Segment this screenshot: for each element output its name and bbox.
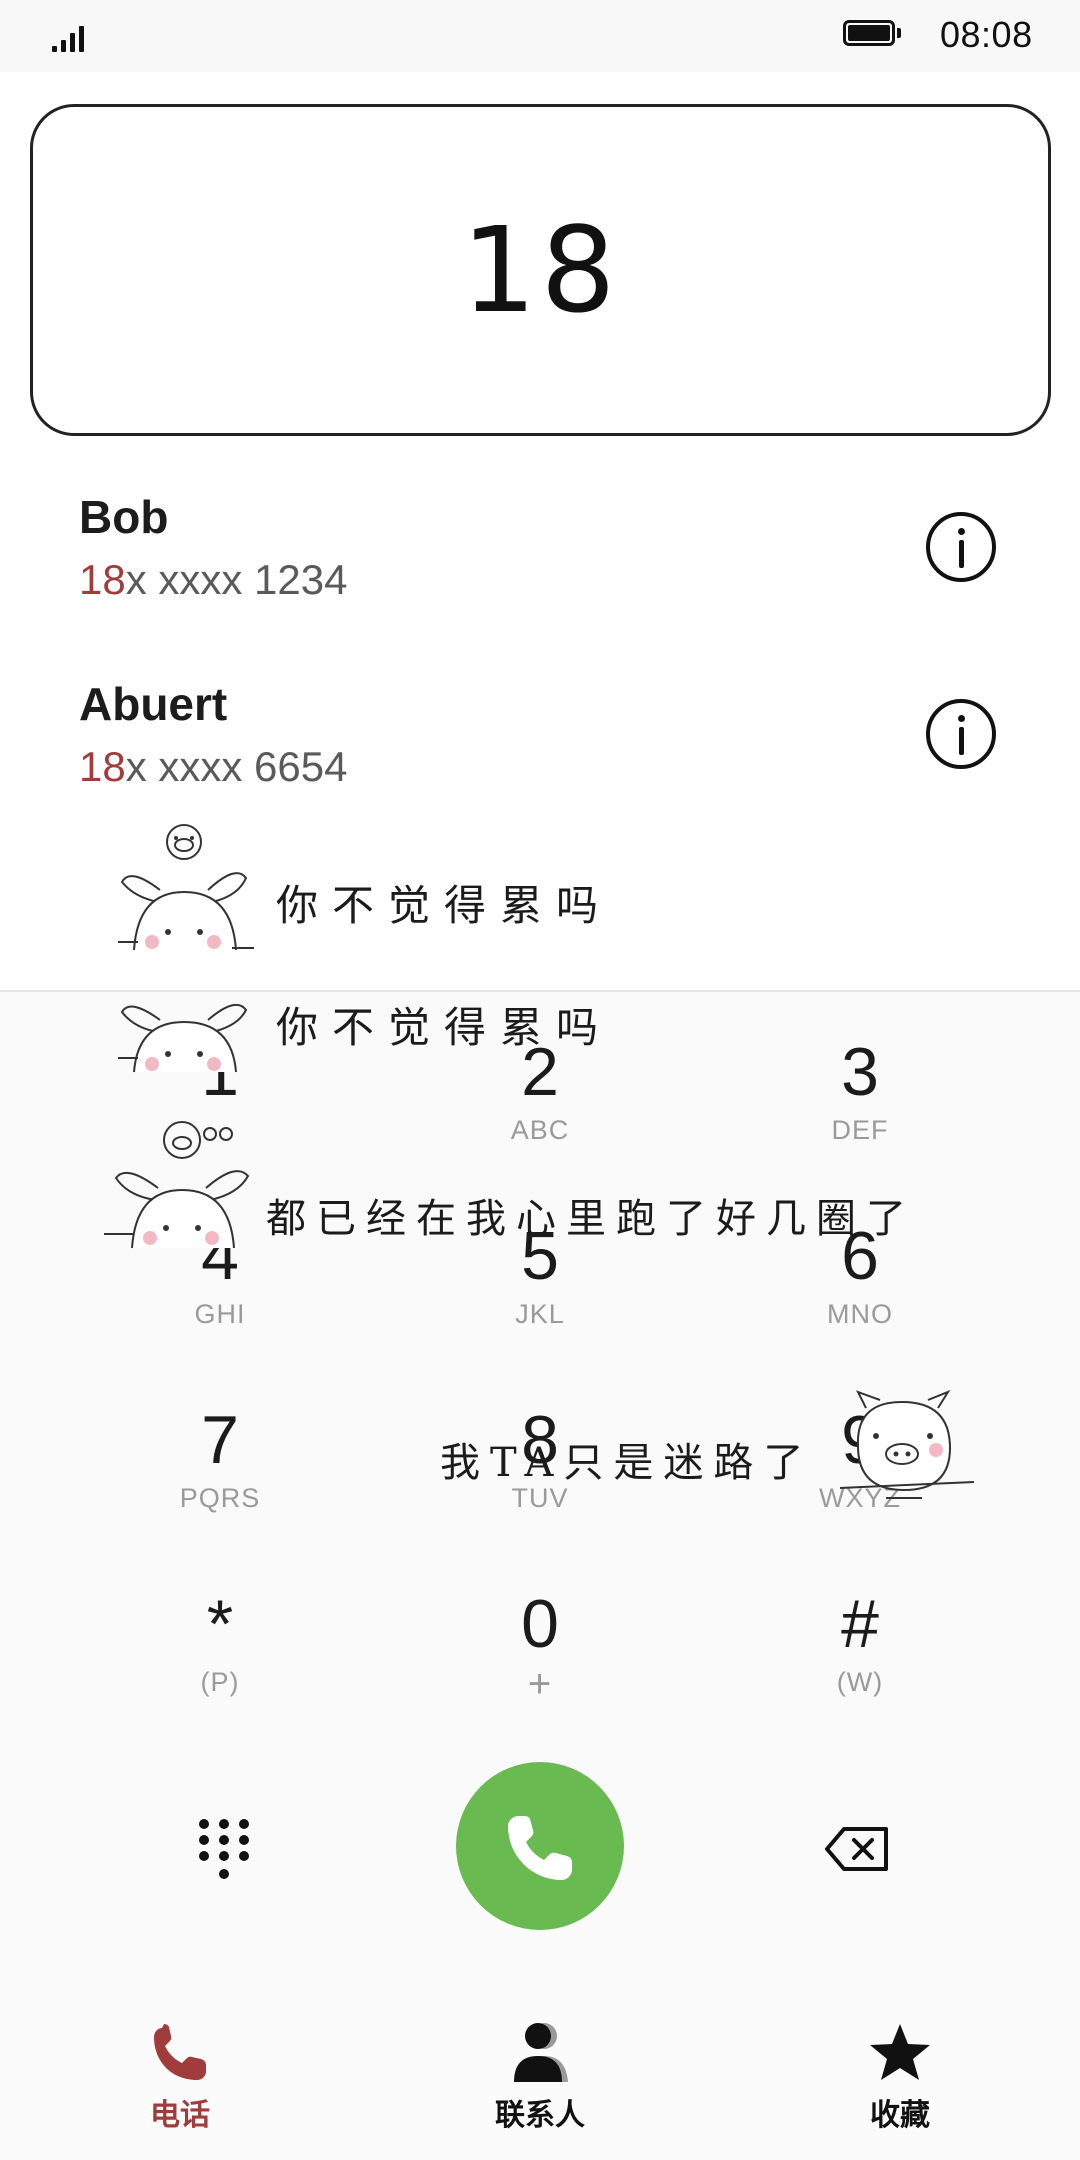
pig-sticker-icon [836,1386,976,1517]
phone-icon [508,1816,572,1880]
signal-bars-icon [52,18,92,52]
key-digit: 0 [521,1586,559,1662]
key-letters: GHI [194,1299,246,1329]
key-digit: # [841,1586,879,1662]
nav-tab-favorites[interactable]: 收藏 [800,2020,1000,2134]
key-letters: (W) [836,1667,884,1697]
contact-number: 18x xxxx 6654 [79,743,348,791]
key-digit: 3 [841,1034,879,1110]
key-letters: DEF [831,1115,889,1145]
dialpad-grid-icon[interactable] [196,1816,252,1886]
nav-label: 电话 [150,2099,210,2132]
number-rest: x xxxx 1234 [125,556,348,603]
status-bar: 08:08 [0,0,1080,72]
contact-name: Bob [79,491,169,543]
sticker-caption: 你不觉得累吗 [276,1003,613,1052]
number-match: 18 [79,743,126,790]
contact-number: 18x xxxx 1234 [79,556,348,604]
bunny-sticker-icon [100,1120,260,1263]
phone-icon [154,2024,206,2080]
nav-tab-contacts[interactable]: 联系人 [440,2020,640,2134]
person-icon [514,2023,568,2082]
key-letters: MNO [827,1299,893,1329]
key-letters: JKL [515,1299,565,1329]
info-icon[interactable] [926,699,996,769]
key-star[interactable]: * (P) [120,1584,320,1734]
star-icon [870,2024,930,2080]
key-digit: * [206,1586,234,1662]
nav-tab-phone[interactable]: 电话 [80,2020,280,2134]
number-rest: x xxxx 6654 [125,743,348,790]
sticker-caption: 我TA只是迷路了 [440,1440,814,1486]
contact-suggestion[interactable]: Bob 18x xxxx 1234 [0,490,1080,650]
bunny-sticker-icon [112,822,262,969]
backspace-icon[interactable] [824,1826,890,1872]
key-7[interactable]: 7 PQRS [120,1400,320,1550]
battery-full-icon [843,20,903,48]
key-letters: + [527,1662,553,1706]
key-3[interactable]: 3 DEF [760,1032,960,1182]
dialed-number-field[interactable]: 18 [30,104,1051,436]
sticker-caption: 都已经在我心里跑了好几圈了 [266,1196,916,1242]
key-hash[interactable]: # (W) [760,1584,960,1734]
bunny-sticker-icon [112,990,262,1081]
dialed-digits: 18 [461,201,620,339]
key-digit: 7 [201,1402,239,1478]
key-letters: PQRS [179,1483,261,1513]
contact-name: Abuert [79,678,228,730]
sticker-caption: 你不觉得累吗 [276,881,613,930]
bottom-nav: 电话 联系人 收藏 [0,1992,1080,2160]
status-time: 08:08 [940,14,1033,55]
key-letters: ABC [510,1115,570,1145]
dialer-screen: 08:08 18 Bob 18x xxxx 1234 Abuert 18x xx… [0,0,1080,2160]
key-0[interactable]: 0 + [440,1584,640,1734]
contact-suggestion[interactable]: Abuert 18x xxxx 6654 [0,677,1080,837]
nav-label: 收藏 [870,2099,930,2132]
number-match: 18 [79,556,126,603]
call-button[interactable] [456,1762,624,1930]
key-letters: (P) [200,1667,240,1697]
info-icon[interactable] [926,512,996,582]
nav-label: 联系人 [495,2099,585,2132]
